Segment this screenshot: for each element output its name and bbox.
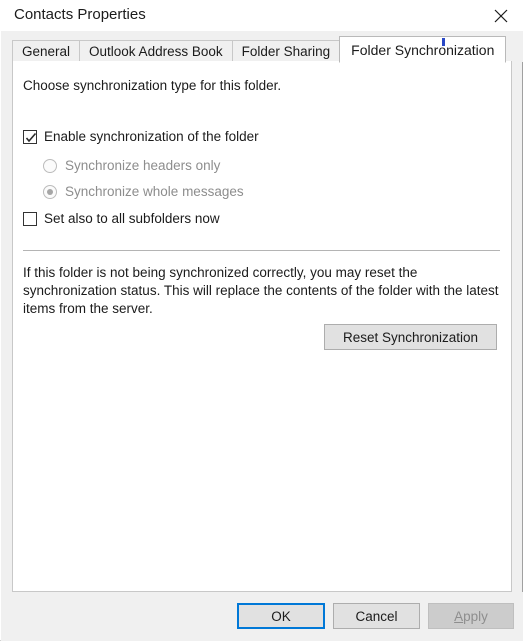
enable-sync-label: Enable synchronization of the folder: [44, 129, 259, 144]
tab-general[interactable]: General: [12, 40, 81, 62]
enable-sync-checkbox-row[interactable]: Enable synchronization of the folder: [23, 129, 259, 144]
apply-button[interactable]: Apply: [428, 603, 514, 629]
dialog-footer: OK Cancel Apply: [1, 592, 523, 641]
checkmark-icon: [25, 131, 37, 143]
tab-folder-synchronization[interactable]: Folder Synchronization: [339, 36, 507, 63]
cancel-button[interactable]: Cancel: [333, 603, 420, 629]
close-button[interactable]: [478, 0, 523, 31]
tab-list: General Outlook Address Book Folder Shar…: [12, 36, 507, 63]
tab-strip: General Outlook Address Book Folder Shar…: [1, 31, 523, 63]
tab-outlook-address-book[interactable]: Outlook Address Book: [79, 40, 233, 62]
set-subfolders-checkbox[interactable]: [23, 211, 37, 226]
properties-dialog: Contacts Properties General Outlook Addr…: [0, 0, 523, 641]
sync-whole-messages-label: Synchronize whole messages: [65, 184, 244, 199]
ok-button[interactable]: OK: [237, 603, 325, 629]
intro-label: Choose synchronization type for this fol…: [23, 78, 282, 93]
tab-folder-sharing[interactable]: Folder Sharing: [231, 40, 341, 62]
enable-sync-checkbox[interactable]: [23, 129, 37, 144]
sync-headers-label: Synchronize headers only: [65, 158, 221, 173]
close-icon: [494, 9, 508, 23]
tab-content-panel: Choose synchronization type for this fol…: [12, 61, 512, 592]
apply-accelerator: A: [454, 608, 464, 624]
set-subfolders-checkbox-row[interactable]: Set also to all subfolders now: [23, 211, 220, 226]
sync-whole-messages-radio[interactable]: [43, 184, 57, 199]
set-subfolders-label: Set also to all subfolders now: [44, 211, 220, 226]
sync-whole-messages-radio-row[interactable]: Synchronize whole messages: [43, 184, 244, 199]
window-title: Contacts Properties: [14, 6, 146, 23]
reset-description: If this folder is not being synchronized…: [23, 265, 499, 316]
reset-synchronization-button[interactable]: Reset Synchronization: [324, 324, 497, 350]
section-divider: [23, 250, 500, 251]
tab-focus-marker: [442, 38, 445, 46]
sync-headers-radio[interactable]: [43, 158, 57, 173]
apply-label-rest: pply: [463, 608, 488, 624]
title-bar: Contacts Properties: [1, 0, 523, 31]
sync-headers-radio-row[interactable]: Synchronize headers only: [43, 158, 220, 173]
